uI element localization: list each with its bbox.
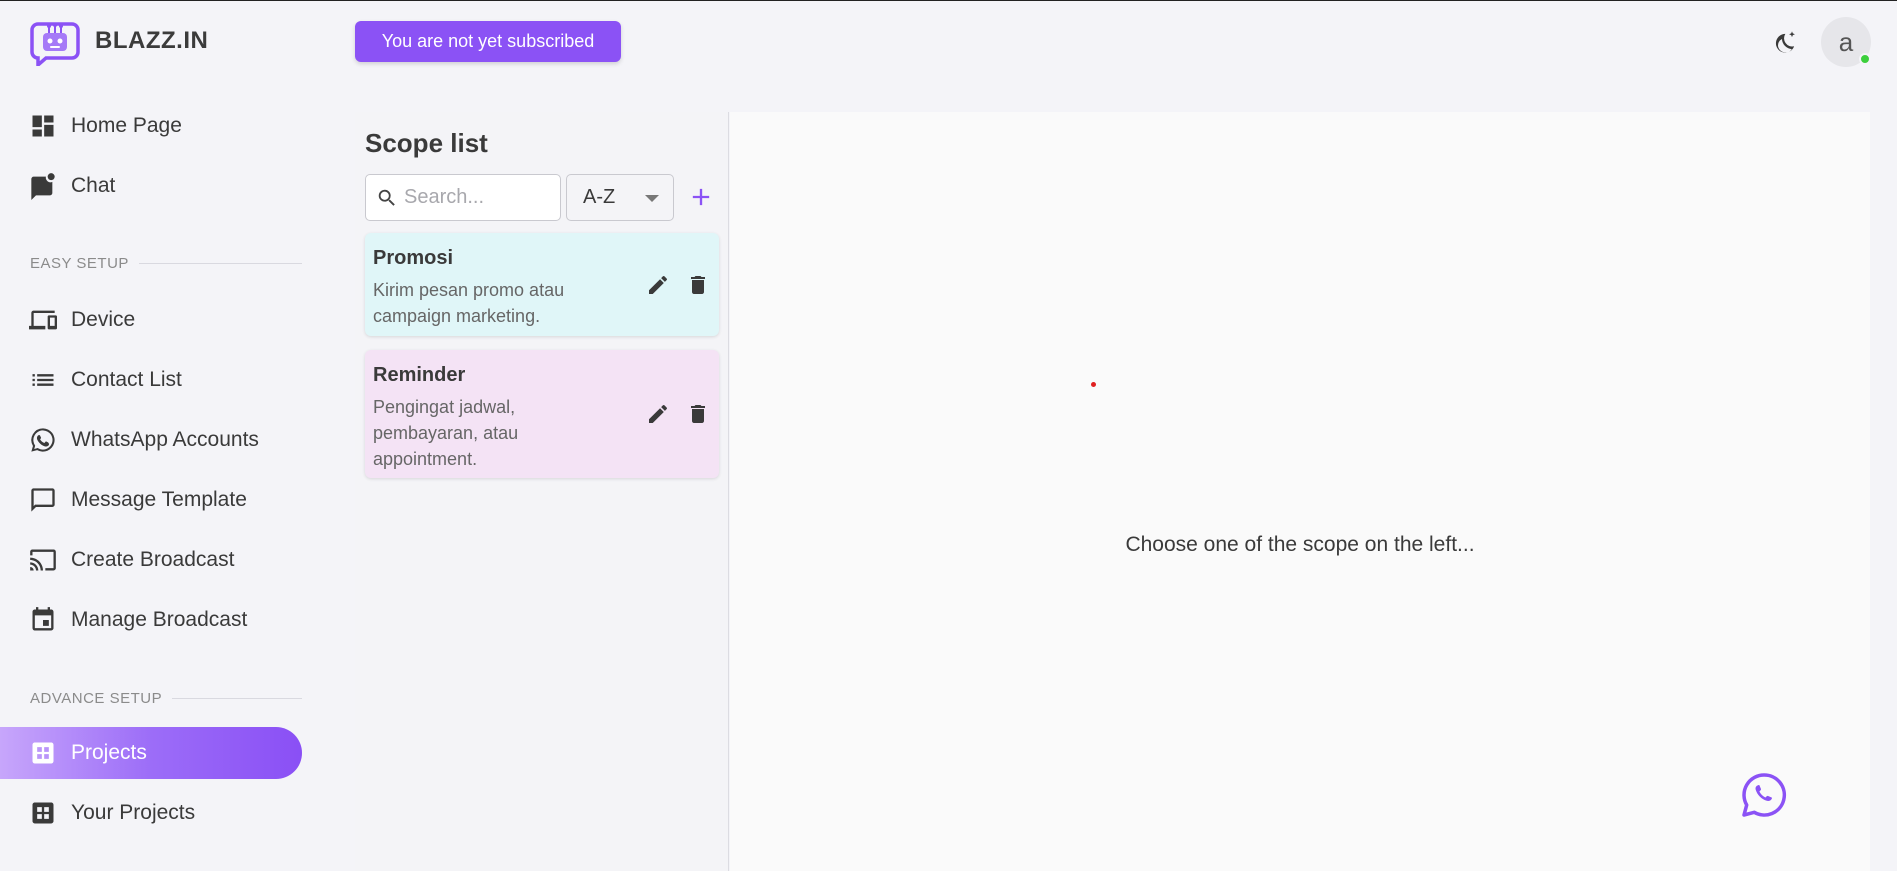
grid-icon bbox=[29, 799, 57, 827]
sidebar-item-your-projects[interactable]: Your Projects bbox=[0, 787, 302, 839]
sidebar: BLAZZ.IN Home Page Chat EASY SETUP Devic… bbox=[0, 1, 310, 871]
online-status-indicator bbox=[1859, 53, 1871, 65]
scope-card-description: Pengingat jadwal, pembayaran, atau appoi… bbox=[373, 397, 519, 469]
sidebar-item-label: Your Projects bbox=[71, 801, 196, 824]
scope-card-description: Kirim pesan promo atau campaign marketin… bbox=[373, 280, 565, 326]
empty-state-message: Choose one of the scope on the left... bbox=[1125, 533, 1475, 556]
sidebar-item-label: Chat bbox=[71, 174, 116, 197]
sidebar-item-label: Message Template bbox=[71, 488, 247, 511]
sidebar-item-home-page[interactable]: Home Page bbox=[0, 100, 302, 152]
message-icon bbox=[29, 486, 57, 514]
grid-icon bbox=[29, 739, 57, 767]
pencil-icon bbox=[649, 275, 668, 294]
sort-order-value: A-Z bbox=[583, 186, 616, 208]
scope-card-title: Promosi bbox=[373, 247, 454, 269]
pencil-icon bbox=[649, 404, 668, 423]
scope-card-title: Reminder bbox=[373, 364, 466, 386]
scope-card-reminder[interactable]: Reminder Pengingat jadwal, pembayaran, a… bbox=[365, 350, 719, 478]
trash-icon bbox=[691, 405, 705, 423]
user-avatar[interactable]: a bbox=[1821, 17, 1871, 67]
search-icon bbox=[378, 189, 395, 206]
moon-star-icon bbox=[1775, 31, 1795, 53]
delete-scope-button[interactable] bbox=[684, 271, 712, 299]
plus-icon bbox=[692, 188, 710, 206]
whatsapp-chat-button[interactable] bbox=[1740, 771, 1788, 819]
scope-search-box[interactable] bbox=[365, 174, 561, 221]
list-icon bbox=[29, 366, 57, 394]
sidebar-item-label: Manage Broadcast bbox=[71, 608, 248, 631]
cast-icon bbox=[29, 546, 57, 574]
robot-chat-logo-icon bbox=[30, 22, 80, 66]
delete-scope-button[interactable] bbox=[684, 400, 712, 428]
calendar-icon bbox=[29, 606, 57, 634]
devices-icon bbox=[29, 306, 57, 334]
sidebar-item-label: Contact List bbox=[71, 368, 182, 391]
subscription-status-badge[interactable]: You are not yet subscribed bbox=[355, 21, 621, 62]
sidebar-item-chat[interactable]: Chat bbox=[0, 160, 302, 212]
advance-setup-section-label: ADVANCE SETUP bbox=[30, 690, 302, 707]
edit-scope-button[interactable] bbox=[644, 271, 672, 299]
sidebar-item-manage-broadcast[interactable]: Manage Broadcast bbox=[0, 594, 302, 646]
edit-scope-button[interactable] bbox=[644, 400, 672, 428]
easy-setup-section-label: EASY SETUP bbox=[30, 255, 302, 272]
trash-icon bbox=[691, 276, 705, 294]
dark-mode-toggle[interactable] bbox=[1770, 28, 1800, 58]
sort-order-select[interactable]: A-Z bbox=[566, 174, 674, 221]
whatsapp-icon bbox=[29, 426, 57, 454]
sidebar-item-whatsapp-accounts[interactable]: WhatsApp Accounts bbox=[0, 414, 302, 466]
scope-card-promosi[interactable]: Promosi Kirim pesan promo atau campaign … bbox=[365, 233, 719, 336]
cursor-dot bbox=[1091, 382, 1096, 387]
sidebar-item-label: Device bbox=[71, 308, 136, 331]
scope-list-panel: Scope list A-Z Promosi Kirim pesan promo… bbox=[355, 112, 729, 871]
brand-name: BLAZZ.IN bbox=[95, 27, 209, 54]
sidebar-item-label: Create Broadcast bbox=[71, 548, 235, 571]
chat-icon bbox=[29, 172, 57, 200]
sidebar-item-label: Home Page bbox=[71, 114, 182, 137]
dashboard-icon bbox=[29, 112, 57, 140]
scope-search-input[interactable] bbox=[404, 186, 544, 209]
brand[interactable]: BLAZZ.IN bbox=[30, 16, 208, 66]
sidebar-item-create-broadcast[interactable]: Create Broadcast bbox=[0, 534, 302, 586]
caret-down-icon bbox=[645, 195, 659, 202]
scope-list-title: Scope list bbox=[365, 128, 488, 158]
avatar-initial: a bbox=[1838, 26, 1854, 57]
scope-detail-area: Choose one of the scope on the left... bbox=[730, 112, 1870, 871]
sidebar-item-device[interactable]: Device bbox=[0, 294, 302, 346]
sidebar-item-projects[interactable]: Projects bbox=[0, 727, 302, 779]
sidebar-item-message-template[interactable]: Message Template bbox=[0, 474, 302, 526]
sidebar-item-label: Projects bbox=[71, 741, 147, 764]
sidebar-item-label: WhatsApp Accounts bbox=[71, 428, 259, 451]
add-scope-button[interactable] bbox=[685, 181, 717, 213]
sidebar-item-contact-list[interactable]: Contact List bbox=[0, 354, 302, 406]
whatsapp-icon bbox=[1742, 773, 1787, 817]
